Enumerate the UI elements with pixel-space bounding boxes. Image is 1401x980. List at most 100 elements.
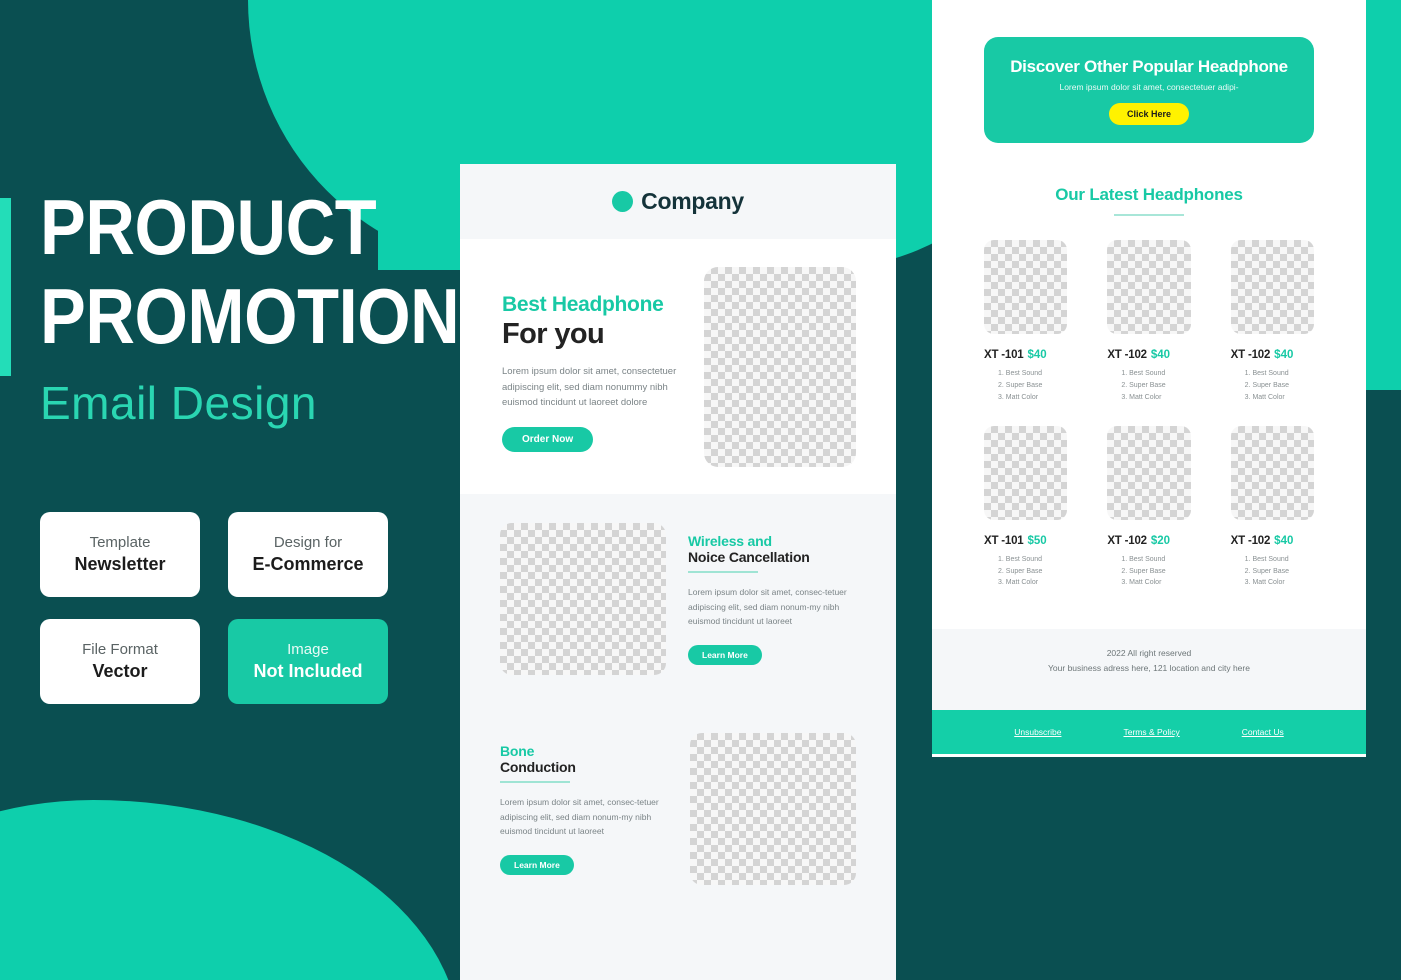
spec-card-label: Template (89, 534, 151, 551)
feature-title: Noice Cancellation (688, 548, 810, 565)
terms-policy-link[interactable]: Terms & Policy (1123, 727, 1179, 737)
product-feature: 1. Best Sound (1121, 370, 1166, 377)
product-grid: XT -101 $40 1. Best Sound 2. Super Base 3… (984, 240, 1314, 589)
product-feature: 3. Matt Color (1121, 579, 1162, 587)
footer-address: Your business adress here, 121 location … (1048, 663, 1250, 674)
product-features: 1. Best Sound 2. Super Base 3. Matt Colo… (1107, 368, 1190, 404)
product-feature: 1. Best Sound (998, 370, 1042, 377)
promo-banner: Discover Other Popular Headphone Lorem i… (984, 37, 1314, 143)
product-feature: 1. Best Sound (1244, 555, 1289, 563)
product-meta: XT -102 $40 1. Best Sound 2. Super Base 3… (1231, 531, 1314, 590)
feature-body: Lorem ipsum dolor sit amet, consec-tetue… (500, 796, 659, 837)
spec-card-label: Image (287, 641, 329, 658)
feature-eyebrow: Wireless and (688, 532, 772, 549)
product-price: $40 (1274, 349, 1294, 361)
spec-card-value: Newsletter (74, 554, 166, 574)
learn-more-button-bone[interactable]: Learn More (500, 855, 574, 876)
email-hero-block: Best Headphone For you Lorem ipsum dolor… (460, 239, 896, 494)
product-feature: 3. Matt Color (998, 579, 1039, 587)
product-features: 1. Best Sound 2. Super Base 3. Matt Colo… (1107, 554, 1190, 590)
email-hero-body: Lorem ipsum dolor sit amet, consectetuer… (502, 366, 677, 409)
product-name: XT -102 (1107, 534, 1147, 547)
product-card[interactable]: XT -102 $40 1. Best Sound 2. Super Base 3… (1107, 240, 1191, 404)
contact-us-link[interactable]: Contact Us (1242, 727, 1284, 737)
product-card[interactable]: XT -102 $40 1. Best Sound 2. Super Base 3… (1230, 425, 1314, 590)
unsubscribe-link[interactable]: Unsubscribe (1014, 727, 1061, 737)
feature-image-placeholder (500, 523, 666, 675)
feature-image-placeholder (690, 733, 856, 885)
product-image-placeholder (984, 240, 1068, 334)
product-meta: XT -101 $40 1. Best Sound 2. Super Base 3… (984, 345, 1067, 404)
product-feature: 2. Super Base (1121, 567, 1166, 575)
spec-card-value: Not Included (253, 661, 363, 681)
promo-title: Discover Other Popular Headphone (1010, 57, 1288, 76)
hero-subtitle: Email Design (40, 376, 317, 429)
product-feature: 1. Best Sound (1121, 555, 1166, 563)
product-price: $40 (1027, 349, 1047, 361)
poster-canvas: PRODUCT PROMOTION Email Design Template … (0, 0, 1401, 980)
feature-body: Lorem ipsum dolor sit amet, consec-tetue… (688, 586, 847, 627)
order-now-button[interactable]: Order Now (502, 427, 594, 453)
spec-card-label: File Format (82, 641, 158, 658)
feature-title: Conduction (500, 758, 576, 775)
product-card[interactable]: XT -101 $40 1. Best Sound 2. Super Base 3… (984, 240, 1068, 404)
feature-copy: Bone Conduction Lorem ipsum dolor sit am… (500, 743, 668, 876)
product-image-placeholder (1230, 240, 1314, 334)
product-feature: 1. Best Sound (1244, 370, 1289, 377)
spec-card-design-for: Design for E-Commerce (228, 512, 388, 597)
product-price: $20 (1150, 534, 1171, 547)
product-feature: 2. Super Base (998, 381, 1043, 389)
spec-card-template: Template Newsletter (40, 512, 200, 597)
product-meta: XT -102 $40 1. Best Sound 2. Super Base 3… (1231, 345, 1314, 404)
product-feature: 3. Matt Color (1244, 579, 1285, 587)
product-name: XT -102 (1107, 349, 1147, 361)
product-feature: 2. Super Base (1244, 567, 1290, 575)
product-feature: 3. Matt Color (998, 393, 1039, 401)
feature-copy: Wireless and Noice Cancellation Lorem ip… (688, 533, 856, 666)
product-feature: 2. Super Base (1244, 381, 1290, 389)
email-mockup-primary: Company Best Headphone For you Lorem ips… (460, 164, 896, 980)
product-name: XT -101 (984, 534, 1024, 547)
product-price: $40 (1150, 349, 1171, 361)
product-meta: XT -101 $50 1. Best Sound 2. Super Base 3… (984, 531, 1067, 590)
decorative-blob-bottom (0, 800, 460, 980)
product-image-placeholder (1107, 425, 1191, 520)
catalog-title: Our Latest Headphones (1055, 185, 1243, 204)
footer-link-bar: Unsubscribe Terms & Policy Contact Us (932, 710, 1366, 755)
page-title: PRODUCT PROMOTION (40, 188, 460, 355)
spec-card-file-format: File Format Vector (40, 619, 200, 704)
product-features: 1. Best Sound 2. Super Base 3. Matt Colo… (984, 554, 1067, 590)
hero-section: PRODUCT PROMOTION Email Design (40, 188, 460, 430)
product-card[interactable]: XT -102 $20 1. Best Sound 2. Super Base 3… (1107, 425, 1191, 590)
product-card[interactable]: XT -101 $50 1. Best Sound 2. Super Base 3… (984, 425, 1068, 590)
feature-divider (688, 570, 758, 573)
email-footer: 2022 All right reserved Your business ad… (932, 629, 1366, 711)
spec-card-value: E-Commerce (252, 554, 364, 574)
product-feature: 2. Super Base (1121, 381, 1166, 389)
product-features: 1. Best Sound 2. Super Base 3. Matt Colo… (1231, 368, 1314, 404)
learn-more-button-wireless[interactable]: Learn More (688, 645, 762, 666)
product-name: XT -102 (1230, 349, 1271, 361)
click-here-button[interactable]: Click Here (1108, 103, 1190, 125)
product-meta: XT -102 $40 1. Best Sound 2. Super Base 3… (1107, 345, 1190, 404)
product-features: 1. Best Sound 2. Super Base 3. Matt Colo… (984, 368, 1067, 404)
company-logo-icon (612, 191, 634, 212)
email-hero-eyebrow: Best Headphone (502, 293, 664, 316)
spec-card-value: Vector (92, 661, 148, 681)
email-mockup-secondary: Discover Other Popular Headphone Lorem i… (932, 0, 1366, 757)
product-price: $50 (1027, 534, 1047, 547)
title-line-1: PRODUCT (40, 183, 377, 271)
product-feature: 2. Super Base (998, 567, 1043, 575)
email-hero-copy: Best Headphone For you Lorem ipsum dolor… (502, 267, 686, 454)
product-card[interactable]: XT -102 $40 1. Best Sound 2. Super Base 3… (1230, 240, 1314, 404)
footer-copyright: 2022 All right reserved (1106, 648, 1192, 659)
product-image-placeholder (1107, 240, 1191, 334)
email-header: Company (460, 164, 896, 239)
left-accent-bar (0, 198, 11, 376)
email-hero-headline: For you (502, 318, 605, 350)
spec-card-grid: Template Newsletter Design for E-Commerc… (40, 512, 390, 704)
spec-card-label: Design for (273, 534, 343, 551)
email-bottom-spacer (460, 914, 896, 974)
product-meta: XT -102 $20 1. Best Sound 2. Super Base 3… (1107, 531, 1190, 590)
product-feature: 1. Best Sound (998, 555, 1042, 563)
